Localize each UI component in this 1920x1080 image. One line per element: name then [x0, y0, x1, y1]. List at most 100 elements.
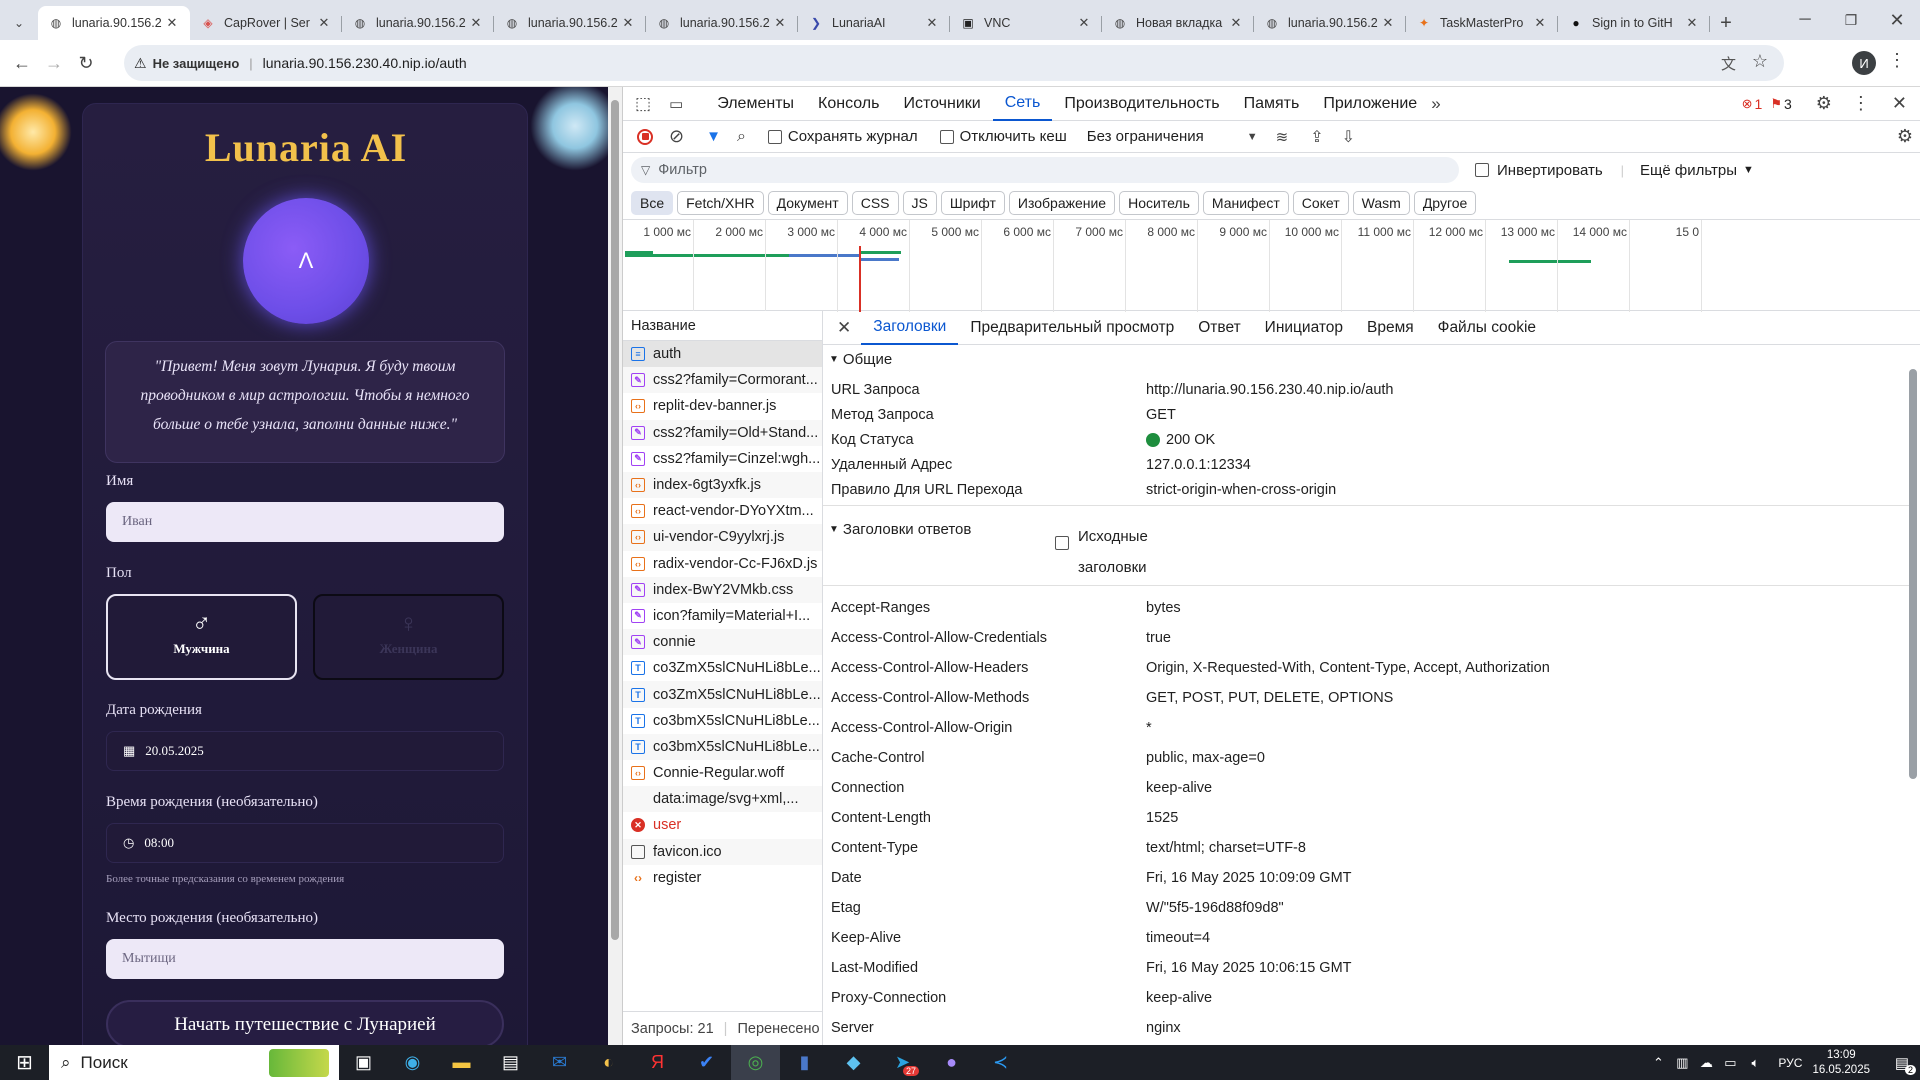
- not-secure-label[interactable]: Не защищено: [153, 56, 240, 71]
- general-value[interactable]: strict-origin-when-cross-origin: [1146, 482, 1336, 498]
- details-tab[interactable]: Заголовки: [861, 311, 959, 345]
- restore-button[interactable]: ❐: [1828, 0, 1874, 40]
- request-row[interactable]: ‹› radix-vendor-Cc-FJ6xD.js: [623, 551, 822, 577]
- raw-headers-checkbox[interactable]: [1055, 536, 1069, 550]
- file-explorer-icon[interactable]: ▬: [437, 1045, 486, 1080]
- throttling-select[interactable]: Без ограничения: [1087, 128, 1247, 145]
- request-row[interactable]: ‹› ui-vendor-C9yylxrj.js: [623, 524, 822, 551]
- details-tab[interactable]: Инициатор: [1253, 311, 1355, 345]
- request-row[interactable]: data:image/svg+xml,...: [623, 786, 822, 813]
- store-icon[interactable]: ▤: [486, 1045, 535, 1080]
- onedrive-icon[interactable]: ☁: [1694, 1045, 1718, 1080]
- details-tab[interactable]: Предварительный просмотр: [958, 311, 1186, 345]
- yandex-browser-icon[interactable]: ◐: [584, 1045, 633, 1080]
- issue-icon[interactable]: ⚑: [1770, 96, 1782, 112]
- header-value[interactable]: nginx: [1146, 1020, 1181, 1036]
- vscode-icon[interactable]: ≺: [976, 1045, 1025, 1080]
- type-filter-chip[interactable]: Fetch/XHR: [677, 191, 764, 215]
- request-row[interactable]: ≡ auth: [623, 341, 822, 368]
- request-row[interactable]: Tco3bmX5slCNuHLi8bLe...: [623, 708, 822, 734]
- not-secure-icon[interactable]: ⚠: [134, 55, 147, 72]
- network-conditions-icon[interactable]: ≋: [1276, 128, 1289, 146]
- header-value[interactable]: timeout=4: [1146, 930, 1210, 946]
- name-column-header[interactable]: Название: [623, 311, 822, 341]
- request-row[interactable]: ✎ icon?family=Material+I...: [623, 603, 822, 629]
- header-value[interactable]: Origin, X-Requested-With, Content-Type, …: [1146, 660, 1550, 676]
- chrome-icon[interactable]: ◎: [731, 1045, 780, 1080]
- type-filter-chip[interactable]: Все: [631, 191, 674, 215]
- yandex-icon[interactable]: Я: [633, 1045, 682, 1080]
- tab-close-icon[interactable]: ✕: [1076, 15, 1092, 31]
- browser-menu-icon[interactable]: ⋮: [1888, 50, 1906, 71]
- network-icon[interactable]: ▭: [1718, 1045, 1742, 1080]
- tab-close-icon[interactable]: ✕: [620, 15, 636, 31]
- error-count[interactable]: 1: [1755, 96, 1763, 112]
- browser-tab[interactable]: ◍ lunaria.90.156.2 ✕: [646, 6, 798, 40]
- details-tab[interactable]: Файлы cookie: [1426, 311, 1548, 345]
- request-row[interactable]: ‹› replit-dev-banner.js: [623, 393, 822, 419]
- header-value[interactable]: Fri, 16 May 2025 10:09:09 GMT: [1146, 870, 1352, 886]
- general-section-header[interactable]: ▼ Общие: [829, 351, 892, 368]
- general-value[interactable]: http://lunaria.90.156.230.40.nip.io/auth: [1146, 382, 1394, 398]
- browser-tab[interactable]: ▣ VNC ✕: [950, 6, 1102, 40]
- clear-log-icon[interactable]: ⊘: [669, 126, 684, 147]
- filter-funnel-icon[interactable]: ▼: [706, 128, 721, 145]
- volume-icon[interactable]: 🔈︎: [1742, 1045, 1768, 1080]
- submit-button[interactable]: Начать путешествие с Лунарией: [106, 1000, 504, 1045]
- tray-app-icon[interactable]: ▥: [1670, 1045, 1694, 1080]
- settings-gear-icon[interactable]: ⚙: [1816, 93, 1832, 114]
- record-stop-icon[interactable]: [637, 128, 653, 145]
- minimize-button[interactable]: ─: [1782, 0, 1828, 40]
- filter-input[interactable]: ▽ Фильтр: [631, 157, 1459, 183]
- browser-tab[interactable]: ❯ LunariaAI ✕: [798, 6, 950, 40]
- devtools-tab[interactable]: Элементы: [705, 95, 806, 113]
- forward-button[interactable]: →: [38, 47, 70, 79]
- time-input[interactable]: ◷ 08:00: [106, 823, 504, 863]
- network-timeline-overview[interactable]: 1 000 мс 2 000 мс 3 000 мс 4 000 мс 5 000 мс…: [623, 219, 1920, 312]
- details-scrollbar-thumb[interactable]: [1909, 369, 1917, 779]
- issue-count[interactable]: 3: [1784, 96, 1792, 112]
- task-view-icon[interactable]: ▣: [339, 1045, 388, 1080]
- back-button[interactable]: ←: [6, 47, 38, 79]
- gender-male-option[interactable]: ♂ Мужчина: [106, 594, 297, 680]
- tab-close-icon[interactable]: ✕: [1684, 15, 1700, 31]
- url-text[interactable]: lunaria.90.156.230.40.nip.io/auth: [263, 55, 467, 71]
- type-filter-chip[interactable]: Сокет: [1292, 191, 1349, 215]
- more-tabs-icon[interactable]: »: [1431, 94, 1440, 114]
- clock[interactable]: 13:09 16.05.2025: [1812, 1048, 1870, 1078]
- type-filter-chip[interactable]: Манифест: [1202, 191, 1289, 215]
- devtools-tab[interactable]: Память: [1232, 95, 1312, 113]
- request-row[interactable]: Tco3ZmX5slCNuHLi8bLe...: [623, 655, 822, 681]
- details-tab[interactable]: Ответ: [1186, 311, 1252, 345]
- request-row[interactable]: Tco3ZmX5slCNuHLi8bLe...: [623, 681, 822, 708]
- request-row[interactable]: ‹› Connie-Regular.woff: [623, 760, 822, 786]
- header-value[interactable]: *: [1146, 720, 1152, 736]
- edge-icon[interactable]: ◉: [388, 1045, 437, 1080]
- request-row[interactable]: ✕ user: [623, 812, 822, 838]
- type-filter-chip[interactable]: Другое: [1413, 191, 1477, 215]
- preserve-log-label[interactable]: Сохранять журнал: [788, 128, 918, 145]
- header-value[interactable]: GET, POST, PUT, DELETE, OPTIONS: [1146, 690, 1393, 706]
- place-input[interactable]: Мытищи: [106, 939, 504, 979]
- gender-female-option[interactable]: ♀ Женщина: [313, 594, 504, 680]
- name-input[interactable]: Иван: [106, 502, 504, 542]
- tab-close-icon[interactable]: ✕: [468, 15, 484, 31]
- throttling-caret-icon[interactable]: ▼: [1247, 131, 1258, 143]
- type-filter-chip[interactable]: JS: [902, 191, 937, 215]
- raw-headers-label[interactable]: Исходные заголовки: [1078, 521, 1148, 583]
- header-value[interactable]: 1525: [1146, 810, 1178, 826]
- invert-label[interactable]: Инвертировать: [1497, 162, 1603, 179]
- request-row[interactable]: ‹› index-6gt3yxfk.js: [623, 471, 822, 499]
- tab-close-icon[interactable]: ✕: [924, 15, 940, 31]
- header-value[interactable]: keep-alive: [1146, 780, 1212, 796]
- header-value[interactable]: bytes: [1146, 600, 1181, 616]
- telegram-icon[interactable]: ➤ 27: [878, 1045, 927, 1080]
- disable-cache-checkbox[interactable]: [939, 129, 954, 144]
- header-value[interactable]: public, max-age=0: [1146, 750, 1265, 766]
- response-headers-section-header[interactable]: ▼ Заголовки ответов: [829, 521, 971, 538]
- close-details-icon[interactable]: ✕: [837, 318, 851, 338]
- type-filter-chip[interactable]: Шрифт: [940, 191, 1005, 215]
- details-tab[interactable]: Время: [1355, 311, 1426, 345]
- devtools-tab[interactable]: Источники: [891, 95, 992, 113]
- reload-button[interactable]: ↻: [70, 47, 102, 79]
